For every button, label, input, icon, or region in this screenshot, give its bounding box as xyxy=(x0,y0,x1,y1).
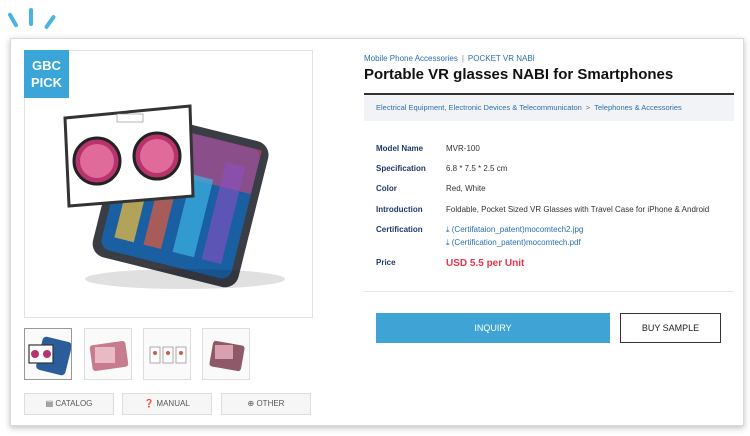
catalog-button[interactable]: ▤ CATALOG xyxy=(24,393,114,415)
category-path: Electrical Equipment, Electronic Devices… xyxy=(364,95,734,121)
spec-label: Color xyxy=(376,184,397,193)
thumbnail-image xyxy=(89,341,129,371)
spec-label: Introduction xyxy=(376,205,423,214)
thumbnail-image xyxy=(28,336,71,376)
breadcrumb-parent[interactable]: Mobile Phone Accessories xyxy=(364,54,458,63)
spec-value: 6.8 * 7.5 * 2.5 cm xyxy=(446,164,508,173)
spec-value: Red, White xyxy=(446,184,486,193)
category-level-2[interactable]: Telephones & Accessories xyxy=(594,103,682,112)
badge-line-1: GBC xyxy=(32,58,61,73)
inquiry-button[interactable]: INQUIRY xyxy=(376,313,610,343)
price-value: USD 5.5 per Unit xyxy=(446,258,525,269)
category-level-1[interactable]: Electrical Equipment, Electronic Devices… xyxy=(376,103,582,112)
gbc-pick-badge: GBC PICK xyxy=(24,50,69,98)
spark-decoration xyxy=(43,14,57,30)
spec-value: MVR-100 xyxy=(446,144,480,153)
manual-button[interactable]: ❓ MANUAL xyxy=(122,393,212,415)
breadcrumb: Mobile Phone Accessories | POCKET VR NABI xyxy=(364,54,535,63)
breadcrumb-separator: | xyxy=(461,54,464,63)
spec-label: Price xyxy=(376,258,396,267)
spark-decoration xyxy=(29,8,33,26)
thumbnail-2[interactable] xyxy=(84,328,132,380)
thumbnail-image xyxy=(149,346,187,364)
thumbnail-1[interactable] xyxy=(24,328,72,380)
spec-label: Specification xyxy=(376,164,426,173)
spec-label: Certification xyxy=(376,225,423,234)
thumbnail-3[interactable] xyxy=(143,328,191,380)
thumbnail-4[interactable] xyxy=(202,328,250,380)
spark-decoration xyxy=(7,12,19,28)
breadcrumb-current[interactable]: POCKET VR NABI xyxy=(468,54,535,63)
certification-file-link[interactable]: ⤓ (Certifataion_patent)mocomtech2.jpg xyxy=(446,225,726,235)
spec-label: Model Name xyxy=(376,144,424,153)
spec-value: ⤓ (Certifataion_patent)mocomtech2.jpg ⤓ … xyxy=(446,225,726,248)
buy-sample-button[interactable]: BUY SAMPLE xyxy=(620,313,721,343)
spec-value: Foldable, Pocket Sized VR Glasses with T… xyxy=(446,205,710,214)
product-title: Portable VR glasses NABI for Smartphones xyxy=(364,66,674,83)
section-divider xyxy=(364,291,734,292)
thumbnail-image xyxy=(209,340,245,372)
certification-file-link[interactable]: ⤓ (Certification_patent)mocomtech.pdf xyxy=(446,238,726,248)
badge-line-2: PICK xyxy=(30,75,63,90)
category-arrow: > xyxy=(585,103,591,112)
other-button[interactable]: ⊕ OTHER xyxy=(221,393,311,415)
